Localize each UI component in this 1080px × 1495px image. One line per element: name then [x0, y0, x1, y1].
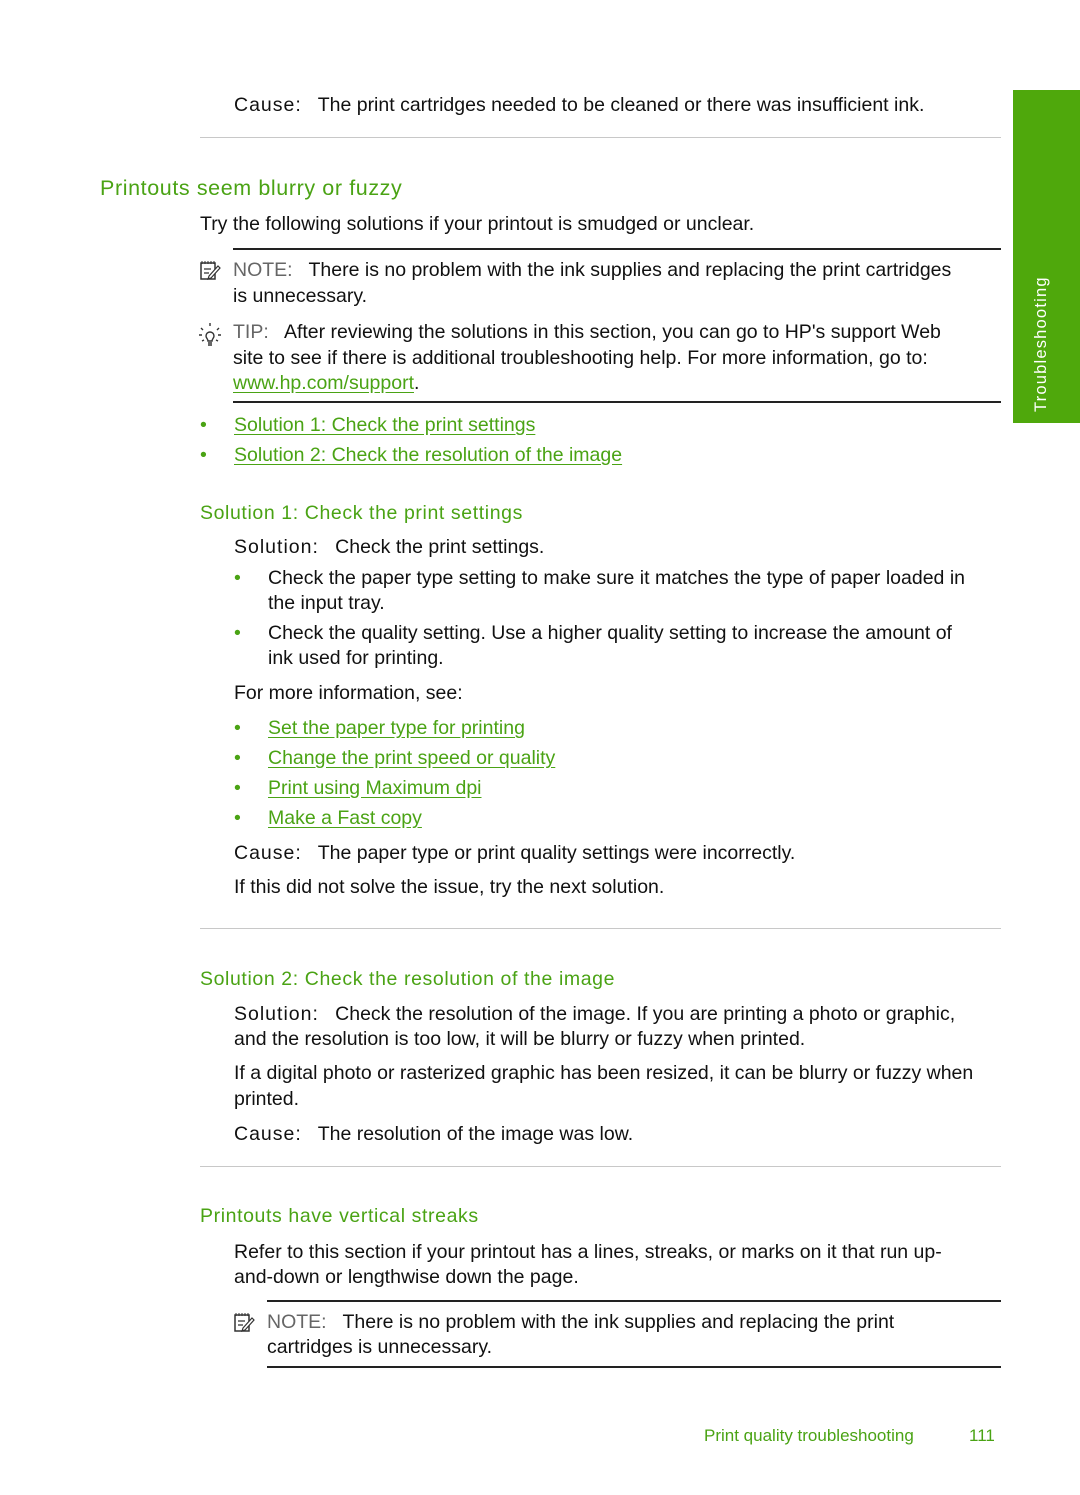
streaks-line2: and-down or lengthwise down the page.: [234, 1266, 579, 1288]
more-info: For more information, see:: [234, 682, 463, 704]
link-solution-2[interactable]: Solution 2: Check the resolution of the …: [234, 444, 622, 467]
note-bottom-rule: [233, 401, 1001, 403]
bullet: •: [234, 567, 241, 589]
note-top-rule: [267, 1300, 1001, 1302]
note-icon: [234, 1313, 255, 1332]
solution-text: Check the resolution of the image. If yo…: [335, 1003, 956, 1025]
section-intro: Try the following solutions if your prin…: [200, 213, 755, 235]
list-item: • Solution 2: Check the resolution of th…: [200, 444, 622, 467]
cause-label: Cause:: [234, 94, 302, 116]
note-line1: There is no problem with the ink supplie…: [308, 259, 952, 281]
solution-label: Solution:: [234, 536, 319, 558]
side-tab-label: Troubleshooting: [1032, 276, 1050, 412]
link-paper-type[interactable]: Set the paper type for printing: [268, 717, 525, 740]
cause-text: The paper type or print quality settings…: [317, 842, 796, 864]
solution2-para2: printed.: [234, 1088, 300, 1110]
solution1-cause: Cause: The paper type or print quality s…: [234, 842, 795, 865]
note-line1: There is no problem with the ink supplie…: [342, 1311, 895, 1333]
list-item: • Change the print speed or quality: [234, 747, 555, 770]
bullet-text: Check the paper type setting to make sur…: [268, 567, 965, 589]
link-fast-copy[interactable]: Make a Fast copy: [268, 807, 422, 830]
tip-period: .: [414, 372, 420, 394]
solution2-cause: Cause: The resolution of the image was l…: [234, 1123, 633, 1146]
streaks-title: Printouts have vertical streaks: [200, 1205, 479, 1227]
lightbulb-icon: [199, 323, 221, 346]
bullet: •: [234, 622, 241, 644]
bullet-text: Check the quality setting. Use a higher …: [268, 622, 952, 644]
divider: [200, 1166, 1001, 1167]
solution2-line2: and the resolution is too low, it will b…: [234, 1028, 806, 1050]
bullet: •: [200, 444, 207, 466]
streaks-line1: Refer to this section if your printout h…: [234, 1241, 942, 1263]
streaks-note: NOTE: There is no problem with the ink s…: [267, 1311, 894, 1334]
tip: TIP: After reviewing the solutions in th…: [233, 321, 941, 344]
cause-text: The resolution of the image was low.: [317, 1123, 634, 1145]
list-item: • Set the paper type for printing: [234, 717, 525, 740]
tip-line3: www.hp.com/support.: [233, 372, 419, 395]
bullet: •: [234, 777, 241, 799]
divider: [200, 928, 1001, 929]
solution-text: Check the print settings.: [335, 536, 545, 558]
bullet: •: [200, 414, 207, 436]
bullet-text-cont: the input tray.: [268, 592, 385, 614]
bullet: •: [234, 807, 241, 829]
solution1-title: Solution 1: Check the print settings: [200, 502, 523, 524]
solution-label: Solution:: [234, 1003, 319, 1025]
link-maximum-dpi[interactable]: Print using Maximum dpi: [268, 777, 482, 800]
solution1-solution: Solution: Check the print settings.: [234, 536, 544, 559]
note-bottom-rule: [267, 1366, 1001, 1368]
top-cause: Cause: The print cartridges needed to be…: [234, 94, 924, 117]
list-item: • Solution 1: Check the print settings: [200, 414, 535, 437]
note-label: NOTE:: [233, 259, 293, 281]
note-line2: is unnecessary.: [233, 285, 368, 307]
list-item: • Check the paper type setting to make s…: [234, 567, 965, 590]
note-label: NOTE:: [267, 1311, 327, 1333]
next-solution-text: If this did not solve the issue, try the…: [234, 876, 665, 898]
note-icon: [200, 261, 221, 280]
note-line2: cartridges is unnecessary.: [267, 1336, 493, 1358]
note: NOTE: There is no problem with the ink s…: [233, 259, 951, 282]
hp-support-link[interactable]: www.hp.com/support: [233, 372, 414, 394]
divider: [200, 137, 1001, 138]
note-top-rule: [233, 248, 1001, 250]
solution2-solution: Solution: Check the resolution of the im…: [234, 1003, 955, 1026]
cause-label: Cause:: [234, 842, 302, 864]
bullet: •: [234, 717, 241, 739]
solution2-title: Solution 2: Check the resolution of the …: [200, 968, 616, 990]
cause-text: The print cartridges needed to be cleane…: [317, 94, 925, 116]
list-item: • Make a Fast copy: [234, 807, 422, 830]
footer-section: Print quality troubleshooting: [704, 1426, 914, 1445]
tip-line2: site to see if there is additional troub…: [233, 347, 928, 369]
link-print-speed[interactable]: Change the print speed or quality: [268, 747, 555, 770]
list-item: • Print using Maximum dpi: [234, 777, 482, 800]
link-solution-1[interactable]: Solution 1: Check the print settings: [234, 414, 535, 437]
tip-line1: After reviewing the solutions in this se…: [283, 321, 941, 343]
bullet: •: [234, 747, 241, 769]
solution2-para1: If a digital photo or rasterized graphic…: [234, 1062, 974, 1084]
section-title: Printouts seem blurry or fuzzy: [100, 176, 403, 200]
bullet-text-cont: ink used for printing.: [268, 647, 444, 669]
cause-label: Cause:: [234, 1123, 302, 1145]
page-number: 111: [969, 1426, 995, 1445]
list-item: • Check the quality setting. Use a highe…: [234, 622, 952, 645]
tip-label: TIP:: [233, 321, 269, 343]
